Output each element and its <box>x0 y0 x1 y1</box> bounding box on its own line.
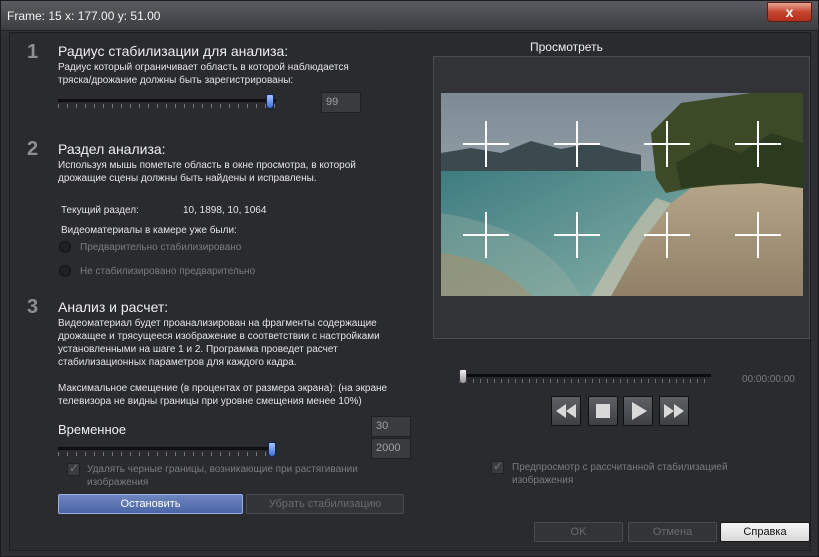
help-button[interactable]: Справка <box>720 522 810 542</box>
radius-slider-ticks <box>58 104 276 108</box>
step-2-title: Раздел анализа: <box>58 141 166 157</box>
temporal-label: Временное <box>58 422 127 437</box>
grid-crosshair <box>463 121 509 167</box>
grid-crosshair <box>735 212 781 258</box>
step-3-description-line: стабилизационных параметров для каждого … <box>58 357 297 368</box>
step-1-description-line: тряска/дрожание должны быть зарегистриро… <box>58 75 294 86</box>
preview-video[interactable] <box>441 93 803 296</box>
temporal-value-field[interactable]: 2000 <box>371 438 411 459</box>
grid-crosshair <box>735 121 781 167</box>
radius-slider-track <box>58 99 276 102</box>
remove-black-borders-line: изображения <box>87 477 149 488</box>
radius-value-field[interactable]: 99 <box>321 92 361 113</box>
remove-black-borders-label: Удалять черные границы, возникающие при … <box>87 463 358 489</box>
offset-value-field[interactable]: 30 <box>371 416 411 437</box>
remove-black-borders-checkbox[interactable] <box>67 461 80 476</box>
fast-forward-icon <box>664 404 684 418</box>
stop-playback-button[interactable] <box>588 396 618 426</box>
close-button[interactable]: x <box>767 2 812 22</box>
remove-stabilization-button[interactable]: Убрать стабилизацию <box>246 494 404 514</box>
step-3-description-line: Видеоматериал будет проанализирован на ф… <box>58 318 377 329</box>
step-2-description-line: Используя мышь пометьте область в окне п… <box>58 160 356 171</box>
stop-icon <box>596 404 610 418</box>
radio-not-prestabilized-label: Не стабилизировано предварительно <box>80 266 256 277</box>
step-2-number: 2 <box>27 138 39 160</box>
step-3-title: Анализ и расчет: <box>58 299 169 315</box>
step-3-number: 3 <box>27 296 39 318</box>
step-2-description-line: дрожащие сцены должны быть найдены и исп… <box>58 173 317 184</box>
temporal-slider-ticks <box>58 452 276 456</box>
play-icon <box>632 402 647 420</box>
step-2-description: Используя мышь пометьте область в окне п… <box>58 159 356 185</box>
preview-stabilized-line: Предпросмотр с рассчитанной стабилизацие… <box>512 462 728 473</box>
radio-prestabilized[interactable] <box>59 241 71 253</box>
radius-slider-thumb[interactable] <box>266 94 274 109</box>
cancel-button[interactable]: Отмена <box>628 522 717 542</box>
temporal-slider-thumb[interactable] <box>268 442 276 457</box>
stop-button[interactable]: Остановить <box>58 494 243 514</box>
temporal-slider[interactable] <box>58 442 276 457</box>
remove-black-borders-line: Удалять черные границы, возникающие при … <box>87 464 358 475</box>
step-1-description-line: Радиус который ограничивает область в ко… <box>58 62 349 73</box>
rewind-button[interactable] <box>551 396 581 426</box>
grid-crosshair <box>463 212 509 258</box>
window-title: Frame: 15 x: 177.00 y: 51.00 <box>7 9 161 23</box>
grid-crosshair <box>644 212 690 258</box>
grid-crosshair <box>554 212 600 258</box>
max-offset-line: телевизора не видны границы при уровне с… <box>58 396 362 407</box>
grid-crosshair <box>554 121 600 167</box>
radius-slider[interactable] <box>58 94 276 109</box>
seek-slider[interactable] <box>459 369 711 384</box>
stabilization-dialog: Frame: 15 x: 177.00 y: 51.00 x 1 Радиус … <box>0 0 819 557</box>
step-1-title: Радиус стабилизации для анализа: <box>58 43 289 59</box>
fast-forward-button[interactable] <box>659 396 689 426</box>
step-3-description-line: дрожащее и трясущееся изображение в соот… <box>58 331 380 342</box>
seek-slider-thumb[interactable] <box>459 369 467 384</box>
current-section-value: 10, 1898, 10, 1064 <box>183 205 267 216</box>
step-1-number: 1 <box>27 41 39 63</box>
grid-crosshair <box>644 121 690 167</box>
max-offset-line: Максимальное смещение (в процентах от ра… <box>58 383 388 394</box>
title-bar[interactable]: Frame: 15 x: 177.00 y: 51.00 x <box>1 1 818 31</box>
radio-prestabilized-label: Предварительно стабилизировано <box>80 242 242 253</box>
step-1-description: Радиус который ограничивает область в ко… <box>58 61 349 87</box>
seek-slider-track <box>459 374 711 377</box>
radio-not-prestabilized[interactable] <box>59 265 71 277</box>
preview-stabilized-checkbox[interactable] <box>491 459 504 474</box>
timecode-display: 00:00:00:00 <box>742 374 795 385</box>
step-3-description-line: установленными на шаге 1 и 2. Программа … <box>58 344 338 355</box>
current-section-label: Текущий раздел: <box>61 205 139 216</box>
seek-slider-ticks <box>459 379 711 383</box>
ok-button[interactable]: OK <box>534 522 623 542</box>
camera-stabilization-label: Видеоматериалы в камере уже были: <box>61 225 237 236</box>
temporal-slider-track <box>58 447 276 450</box>
preview-stabilized-label: Предпросмотр с рассчитанной стабилизацие… <box>512 461 728 487</box>
preview-label: Просмотреть <box>530 40 603 54</box>
step-3-description: Видеоматериал будет проанализирован на ф… <box>58 317 380 369</box>
rewind-icon <box>556 404 576 418</box>
preview-stabilized-line: изображения <box>512 475 574 486</box>
max-offset-description: Максимальное смещение (в процентах от ра… <box>58 382 387 408</box>
play-button[interactable] <box>623 396 653 426</box>
